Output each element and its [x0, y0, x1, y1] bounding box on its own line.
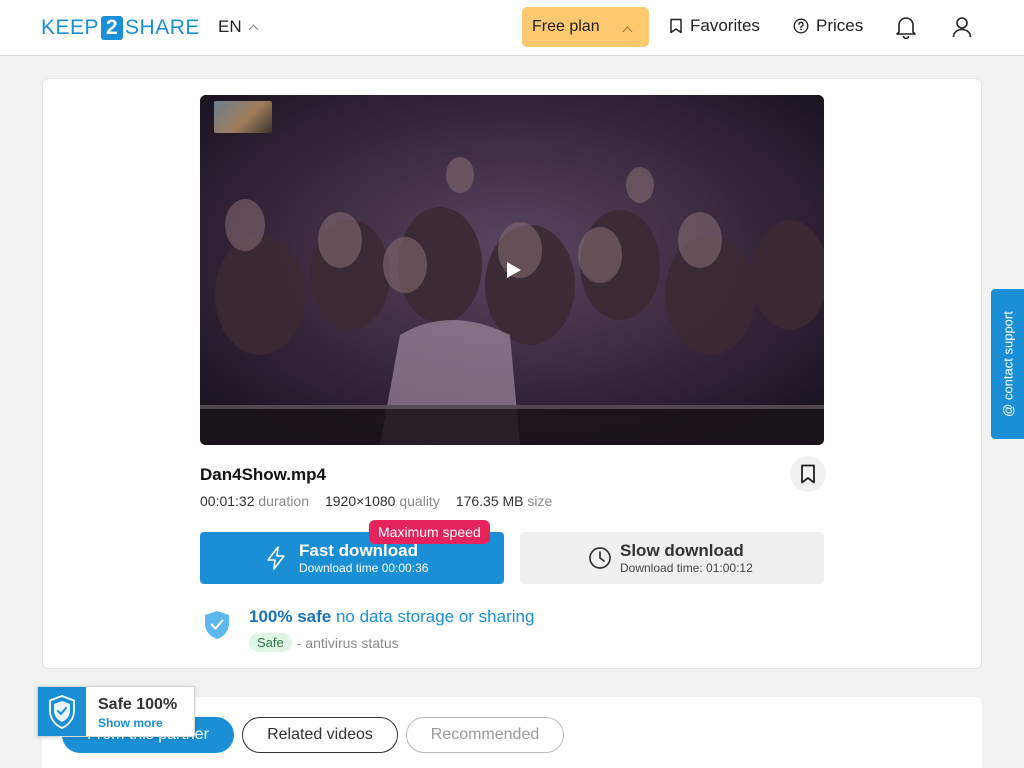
fast-download-title: Fast download: [299, 541, 418, 560]
video-preview[interactable]: [200, 95, 824, 445]
duration-value: 00:01:32: [200, 493, 255, 509]
safety-statement: 100% safe no data storage or sharing: [249, 607, 534, 627]
size-value: 176.35 MB: [455, 493, 524, 509]
play-icon[interactable]: [506, 261, 522, 279]
file-name: Dan4Show.mp4: [200, 465, 326, 484]
duration-label: duration: [258, 493, 309, 509]
favorites-link[interactable]: Favorites: [669, 16, 760, 36]
chevron-up-icon: [248, 24, 259, 35]
plan-dropdown-button[interactable]: Free plan: [522, 7, 649, 47]
plan-label: Free plan: [532, 18, 600, 35]
tab-recommended[interactable]: Recommended: [406, 717, 564, 753]
favorites-label: Favorites: [690, 16, 760, 35]
shield-check-icon: [205, 611, 229, 639]
shield-check-icon: [49, 694, 75, 729]
contact-support-tab[interactable]: @ contact support: [991, 289, 1024, 439]
fast-download-time: Download time 00:00:36: [299, 561, 429, 575]
slow-download-time: Download time: 01:00:12: [620, 561, 753, 575]
meta-duration: 00:01:32 duration: [200, 493, 309, 509]
user-icon: [952, 17, 972, 38]
chevron-up-icon: [622, 26, 633, 37]
logo-text-keep: KEEP: [41, 16, 100, 39]
safe-badge: Safe: [249, 633, 292, 652]
contact-support-label: @ contact support: [1000, 311, 1015, 417]
lightning-icon: [267, 546, 285, 570]
slow-download-title: Slow download: [620, 541, 744, 560]
tab-related-videos[interactable]: Related videos: [242, 717, 398, 753]
add-to-favorites-button[interactable]: [790, 456, 826, 492]
quality-value: 1920×1080: [324, 493, 396, 509]
safety-rest: no data storage or sharing: [335, 607, 535, 626]
meta-size: 176.35 MB size: [456, 493, 553, 509]
antivirus-status: Safe - antivirus status: [249, 633, 399, 652]
notifications-button[interactable]: [893, 14, 919, 40]
file-meta: 00:01:32 duration 1920×1080 quality 176.…: [200, 493, 552, 509]
safe-widget-show-more-link[interactable]: Show more: [98, 716, 163, 730]
clock-icon: [589, 547, 611, 569]
logo-text-share: SHARE: [125, 16, 200, 39]
maximum-speed-badge: Maximum speed: [369, 520, 490, 544]
language-label: EN: [218, 17, 242, 36]
safety-bold: 100% safe: [249, 607, 332, 626]
language-selector[interactable]: EN: [218, 17, 259, 37]
meta-quality: 1920×1080 quality: [325, 493, 440, 509]
antivirus-label: - antivirus status: [296, 634, 399, 651]
size-label: size: [527, 493, 553, 509]
bookmark-icon: [801, 464, 815, 484]
channel-thumbnail: [214, 101, 272, 133]
quality-label: quality: [399, 493, 440, 509]
help-circle-icon: [793, 18, 809, 34]
prices-link[interactable]: Prices: [793, 16, 863, 36]
bell-icon: [896, 17, 916, 39]
site-logo[interactable]: KEEP 2 SHARE: [41, 15, 200, 41]
top-header: KEEP 2 SHARE EN Free plan Favorites Pric…: [0, 0, 1024, 56]
safe-widget-title: Safe 100%: [98, 696, 178, 713]
prices-label: Prices: [816, 16, 864, 35]
logo-text-two: 2: [101, 16, 124, 40]
bookmark-icon: [670, 18, 682, 34]
slow-download-button[interactable]: Slow download Download time: 01:00:12: [520, 532, 824, 584]
account-button[interactable]: [949, 14, 975, 40]
safe-widget[interactable]: Safe 100% Show more: [37, 686, 195, 737]
safe-widget-shield: [38, 687, 86, 736]
